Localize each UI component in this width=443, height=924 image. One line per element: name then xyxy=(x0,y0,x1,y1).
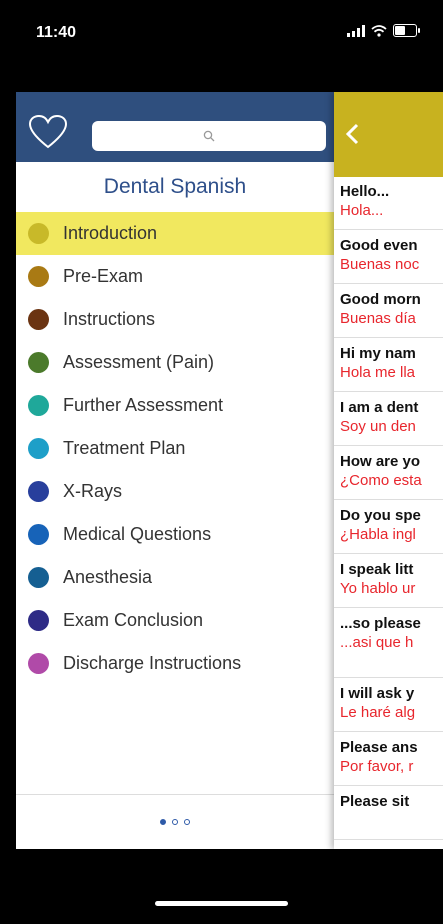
english-phrase: How are yo xyxy=(340,453,421,470)
page-dot[interactable] xyxy=(160,819,166,825)
spanish-phrase: ¿Habla ingl xyxy=(340,526,416,543)
spanish-phrase: Hola... xyxy=(340,202,384,219)
phrase-row[interactable]: Do you spe ¿Habla ingl xyxy=(334,500,443,554)
menu-item-label: Medical Questions xyxy=(63,524,212,544)
page-dot[interactable] xyxy=(172,819,178,825)
spanish-phrase: ...asi que h xyxy=(340,634,414,651)
page-dot[interactable] xyxy=(184,819,190,825)
phrases-header xyxy=(334,92,443,177)
phrase-row[interactable]: Good even Buenas noc xyxy=(334,230,443,284)
battery-icon xyxy=(393,24,420,37)
menu-item-treatment-plan[interactable]: Treatment Plan xyxy=(16,427,334,470)
phrases-panel: Hello... Hola... Good even Buenas noc Good m… xyxy=(334,92,443,849)
english-phrase: I will ask y xyxy=(340,685,415,702)
english-phrase: Hello... xyxy=(340,183,390,200)
spanish-phrase: Buenas noc xyxy=(340,256,420,273)
menu-item-label: Anesthesia xyxy=(63,567,153,587)
topic-color-dot xyxy=(28,266,49,287)
menu-item-discharge-instructions[interactable]: Discharge Instructions xyxy=(16,642,334,685)
menu-item-label: Treatment Plan xyxy=(63,438,186,458)
menu-item-instructions[interactable]: Instructions xyxy=(16,298,334,341)
spanish-phrase: Yo hablo ur xyxy=(340,580,416,597)
phrase-row[interactable]: I will ask y Le haré alg xyxy=(334,678,443,732)
spanish-phrase: Hola me lla xyxy=(340,364,416,381)
menu-item-label: Further Assessment xyxy=(63,395,224,415)
english-phrase: I speak litt xyxy=(340,561,414,578)
phrase-row[interactable]: Please ans Por favor, r xyxy=(334,732,443,786)
phrase-row[interactable]: Please sit xyxy=(334,786,443,840)
menu-item-exam-conclusion[interactable]: Exam Conclusion xyxy=(16,599,334,642)
spanish-phrase: Le haré alg xyxy=(340,704,416,721)
app-title: Dental Spanish xyxy=(103,175,247,198)
topic-color-dot xyxy=(28,524,49,545)
menu-item-label: Assessment (Pain) xyxy=(63,352,215,372)
topic-color-dot xyxy=(28,223,49,244)
english-phrase: I am a dent xyxy=(340,399,419,416)
topics-menu: Introduction Pre-Exam Instructions Assessme… xyxy=(16,212,334,685)
cellular-signal-icon xyxy=(347,24,365,37)
menu-item-label: X-Rays xyxy=(63,481,123,501)
phrase-row[interactable]: I speak litt Yo hablo ur xyxy=(334,554,443,608)
phrase-row[interactable]: ...so please ...asi que h xyxy=(334,608,443,678)
menu-item-label: Discharge Instructions xyxy=(63,653,242,673)
phrase-row[interactable]: How are yo ¿Como esta xyxy=(334,446,443,500)
topic-color-dot xyxy=(28,567,49,588)
menu-item-introduction[interactable]: Introduction xyxy=(16,212,334,255)
english-phrase: Please sit xyxy=(340,793,410,810)
english-phrase: Good morn xyxy=(340,291,421,308)
topic-color-dot xyxy=(28,309,49,330)
phrase-list: Hello... Hola... Good even Buenas noc Good m… xyxy=(334,176,443,840)
topic-color-dot xyxy=(28,352,49,373)
phrase-row[interactable]: I am a dent Soy un den xyxy=(334,392,443,446)
menu-item-x-rays[interactable]: X-Rays xyxy=(16,470,334,513)
heart-icon[interactable] xyxy=(28,114,68,150)
topics-header xyxy=(16,92,334,162)
search-input[interactable] xyxy=(92,121,326,151)
english-phrase: ...so please xyxy=(340,615,421,632)
spanish-phrase: ¿Como esta xyxy=(340,472,422,489)
status-bar: 11:40 xyxy=(0,0,443,70)
wifi-icon xyxy=(371,24,387,37)
back-icon[interactable] xyxy=(344,122,362,146)
menu-item-further-assessment[interactable]: Further Assessment xyxy=(16,384,334,427)
english-phrase: Please ans xyxy=(340,739,418,756)
phrase-row[interactable]: Good morn Buenas día xyxy=(334,284,443,338)
topic-color-dot xyxy=(28,481,49,502)
phrase-row[interactable]: Hi my nam Hola me lla xyxy=(334,338,443,392)
search-icon xyxy=(203,130,215,142)
menu-item-label: Instructions xyxy=(63,309,156,329)
spanish-phrase: Buenas día xyxy=(340,310,416,327)
english-phrase: Hi my nam xyxy=(340,345,416,362)
menu-item-assessment-pain[interactable]: Assessment (Pain) xyxy=(16,341,334,384)
home-indicator[interactable] xyxy=(155,901,288,906)
topic-color-dot xyxy=(28,610,49,631)
status-icons xyxy=(347,24,420,37)
topic-color-dot xyxy=(28,438,49,459)
topics-panel: Dental Spanish Introduction Pre-Exam Instr… xyxy=(16,92,334,849)
menu-item-pre-exam[interactable]: Pre-Exam xyxy=(16,255,334,298)
menu-item-label: Exam Conclusion xyxy=(63,610,204,630)
menu-item-anesthesia[interactable]: Anesthesia xyxy=(16,556,334,599)
topic-color-dot xyxy=(28,395,49,416)
english-phrase: Good even xyxy=(340,237,418,254)
english-phrase: Do you spe xyxy=(340,507,421,524)
spanish-phrase: Soy un den xyxy=(340,418,416,435)
topic-color-dot xyxy=(28,653,49,674)
menu-item-label: Pre-Exam xyxy=(63,266,144,286)
status-time: 11:40 xyxy=(36,24,77,41)
menu-item-medical-questions[interactable]: Medical Questions xyxy=(16,513,334,556)
menu-item-label: Introduction xyxy=(63,223,158,243)
spanish-phrase: Por favor, r xyxy=(340,758,414,775)
phrase-row[interactable]: Hello... Hola... xyxy=(334,176,443,230)
page-indicator[interactable] xyxy=(16,794,334,849)
